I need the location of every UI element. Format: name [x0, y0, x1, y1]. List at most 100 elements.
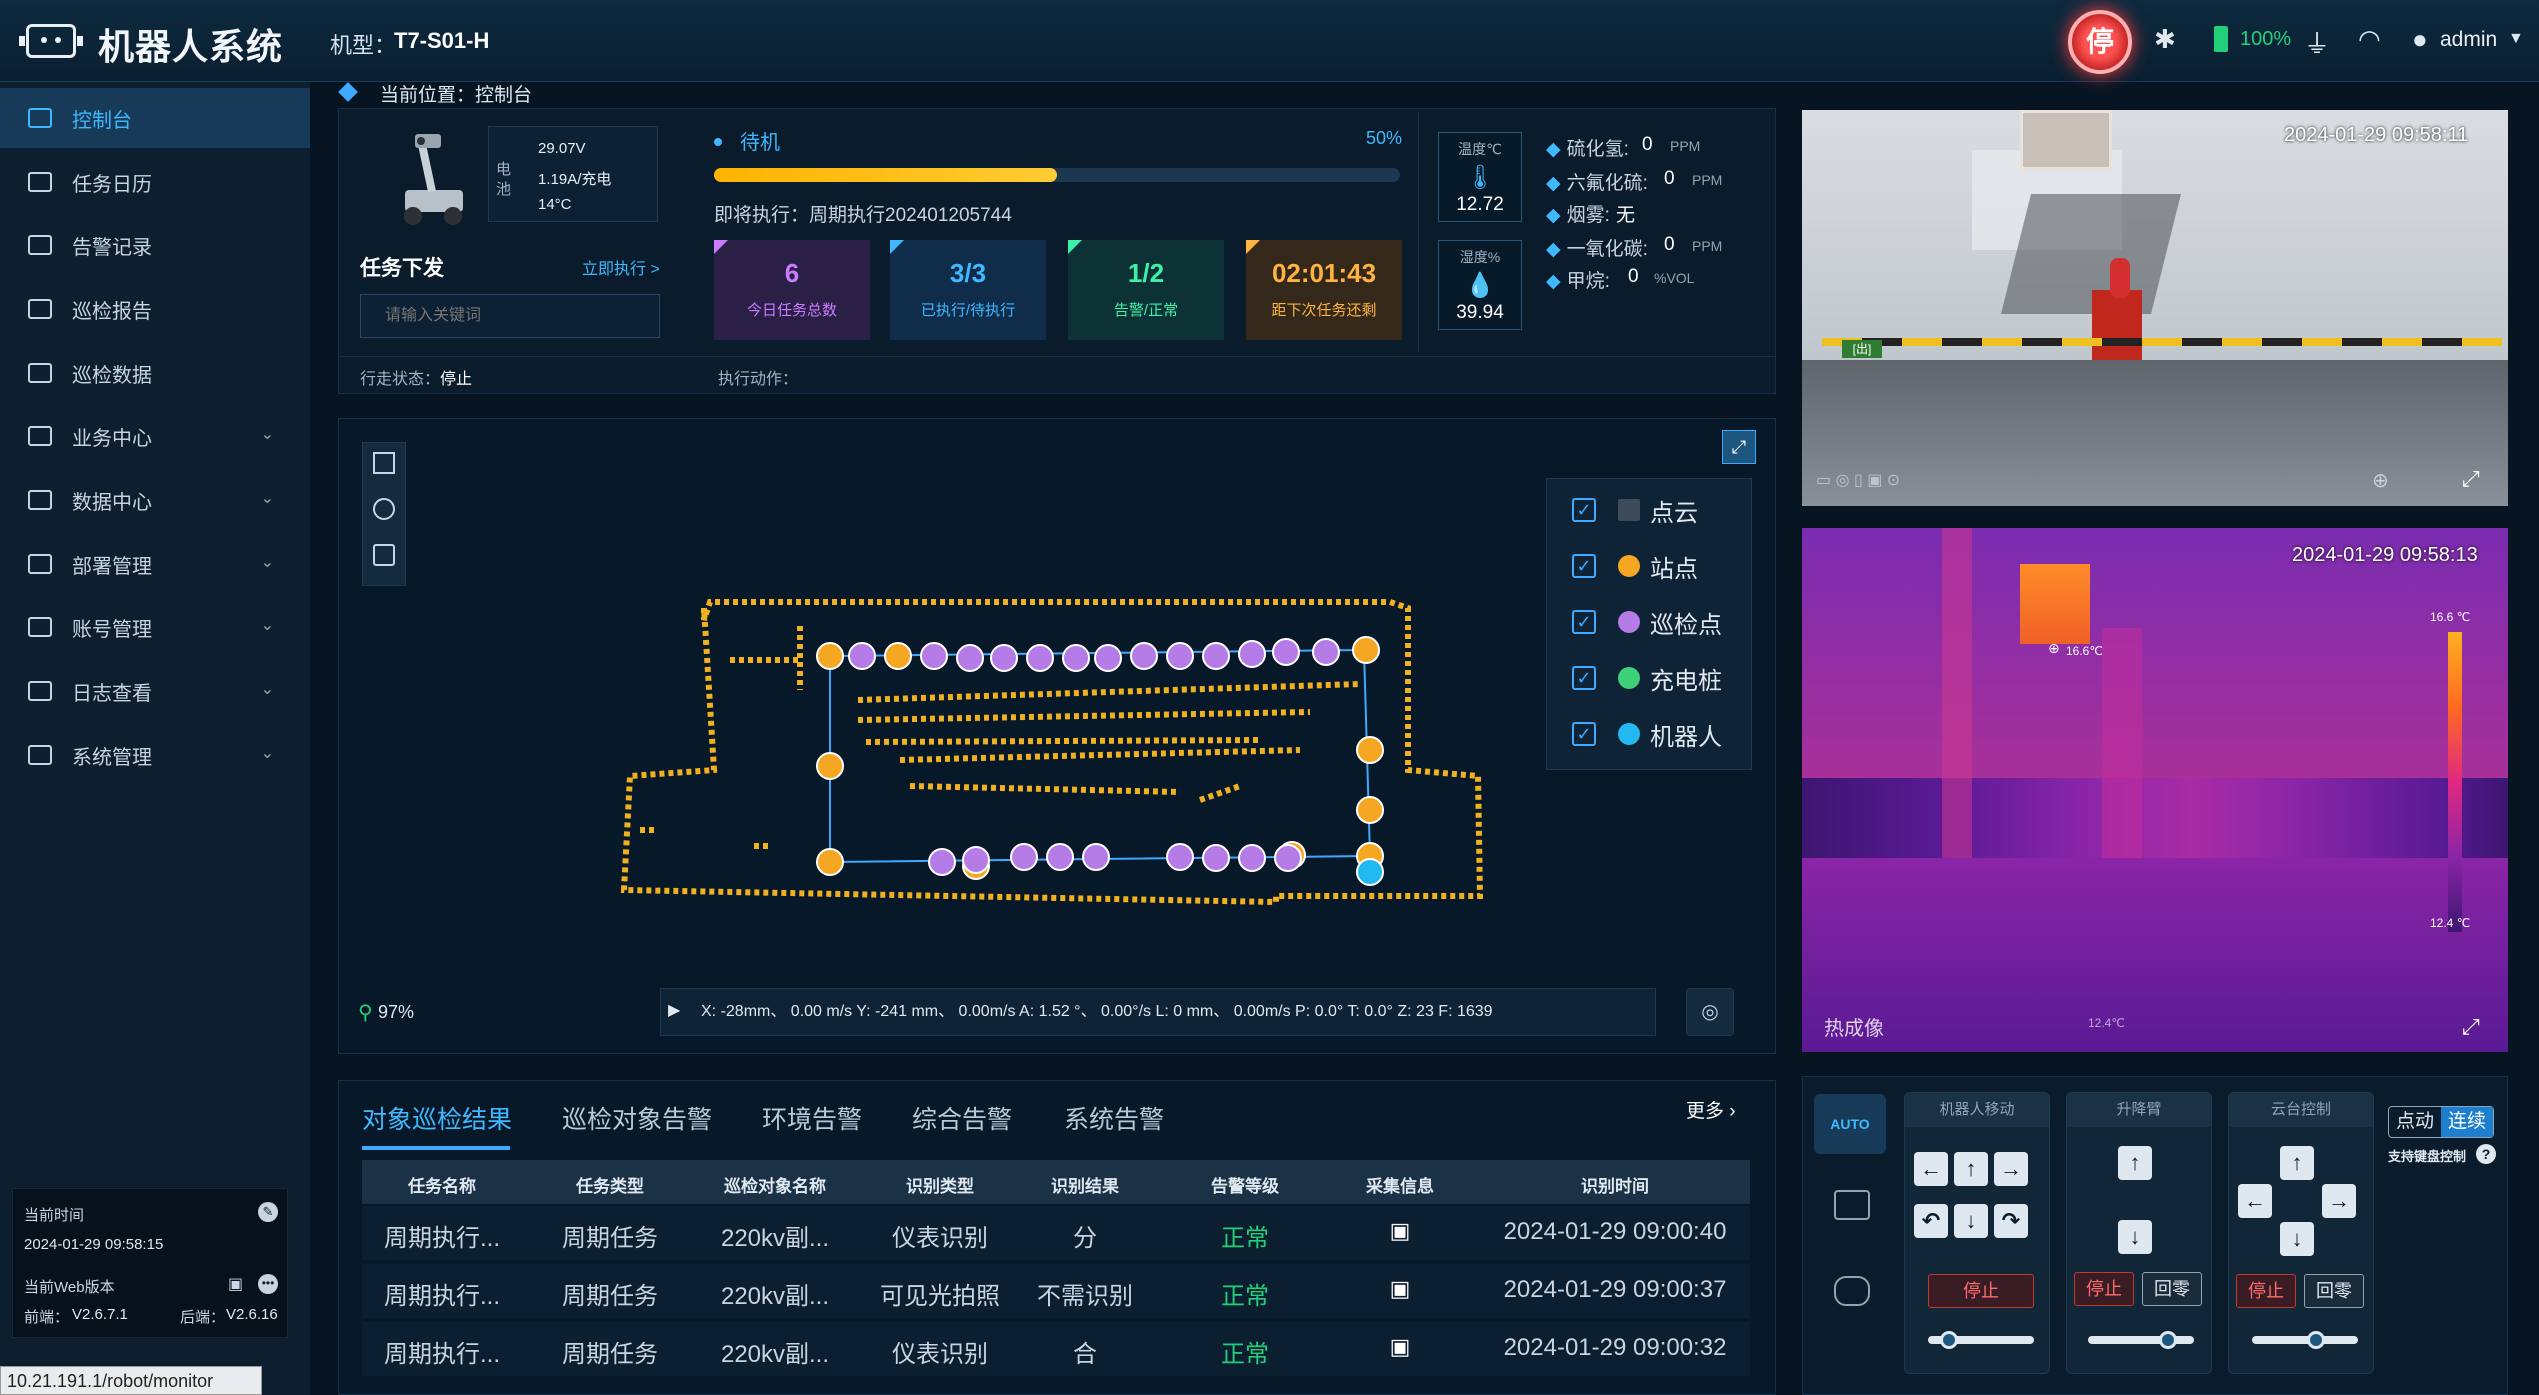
help-icon[interactable]: ?	[2476, 1144, 2496, 1164]
edit-icon[interactable]: ✎	[258, 1202, 278, 1222]
sidebar-item-data[interactable]: 巡检数据	[0, 343, 310, 403]
station-point[interactable]	[816, 848, 844, 876]
bug-icon[interactable]: ✱	[2154, 24, 2176, 55]
sidebar-item-logs[interactable]: 日志查看 ⌄	[0, 661, 310, 721]
station-point[interactable]	[884, 642, 912, 670]
patrol-point[interactable]	[956, 644, 984, 672]
sidebar-item-deploy[interactable]: 部署管理 ⌄	[0, 534, 310, 594]
station-point[interactable]	[1356, 796, 1384, 824]
zoom-in-icon[interactable]: ⊕	[2372, 468, 2389, 493]
slider-knob[interactable]	[2158, 1331, 2177, 1349]
sidebar-item-datacenter[interactable]: 数据中心 ⌄	[0, 470, 310, 530]
patrol-point[interactable]	[990, 644, 1018, 672]
rotate-right-icon[interactable]: ↷	[1994, 1204, 2028, 1238]
sidebar-item-calendar[interactable]: 任务日历	[0, 152, 310, 212]
sidebar-item-accounts[interactable]: 账号管理 ⌄	[0, 597, 310, 657]
play-icon[interactable]: ▶	[668, 1000, 680, 1020]
patrol-point[interactable]	[1082, 843, 1110, 871]
sidebar-item-dashboard[interactable]: 控制台	[0, 88, 310, 148]
patrol-point[interactable]	[1094, 644, 1122, 672]
patrol-point[interactable]	[1130, 642, 1158, 670]
move-stop-button[interactable]: 停止	[1928, 1274, 2034, 1308]
auto-mode-button[interactable]: AUTO	[1814, 1094, 1886, 1154]
lift-stop-button[interactable]: 停止	[2074, 1272, 2134, 1306]
tab-object-alarms[interactable]: 巡检对象告警	[562, 1100, 712, 1136]
ptz-right-icon[interactable]: →	[2322, 1184, 2356, 1218]
image-icon[interactable]: ▣	[1330, 1218, 1470, 1244]
patrol-point[interactable]	[1046, 843, 1074, 871]
image-icon[interactable]: ▣	[1330, 1276, 1470, 1302]
rotate-left-icon[interactable]: ↶	[1914, 1204, 1948, 1238]
execute-now-link[interactable]: 立即执行 >	[582, 255, 660, 279]
fullscreen-icon[interactable]: ⤢	[2462, 1014, 2480, 1040]
layer-pointcloud[interactable]: ✓ 点云	[1572, 490, 1698, 530]
arrow-left-icon[interactable]: ←	[1914, 1152, 1948, 1186]
lift-zero-button[interactable]: 回零	[2142, 1272, 2202, 1306]
user-name[interactable]: admin	[2440, 28, 2497, 52]
patrol-point[interactable]	[1166, 843, 1194, 871]
target-icon[interactable]	[373, 498, 395, 520]
ptz-zero-button[interactable]: 回零	[2304, 1274, 2364, 1308]
jog-mode-toggle[interactable]: 点动 连续	[2388, 1106, 2494, 1138]
patrol-point[interactable]	[1202, 642, 1230, 670]
checkbox-icon[interactable]: ✓	[1572, 722, 1596, 746]
more-icon[interactable]: •••	[258, 1274, 278, 1294]
sidebar-item-reports[interactable]: 巡检报告	[0, 279, 310, 339]
patrol-point[interactable]	[1274, 844, 1302, 872]
emergency-stop-button[interactable]: 停	[2068, 10, 2132, 74]
more-link[interactable]: 更多 ›	[1686, 1096, 1736, 1123]
arrow-up-icon[interactable]: ↑	[1954, 1152, 1988, 1186]
robot-marker[interactable]	[1356, 858, 1384, 886]
arrow-down-icon[interactable]: ↓	[1954, 1204, 1988, 1238]
ptz-down-icon[interactable]: ↓	[2280, 1222, 2314, 1256]
layer-station[interactable]: ✓ 站点	[1572, 546, 1698, 586]
patrol-point[interactable]	[1202, 844, 1230, 872]
layer-robot[interactable]: ✓ 机器人	[1572, 714, 1722, 754]
save-map-icon[interactable]	[373, 544, 395, 566]
patrol-point[interactable]	[1312, 638, 1340, 666]
mode-jog[interactable]: 点动	[2389, 1107, 2441, 1137]
sidebar-item-system[interactable]: 系统管理 ⌄	[0, 725, 310, 785]
tab-system-alarms[interactable]: 系统告警	[1064, 1100, 1164, 1136]
sidebar-item-business[interactable]: 业务中心 ⌄	[0, 406, 310, 466]
monitor-icon[interactable]	[1834, 1190, 1870, 1220]
patrol-point[interactable]	[928, 848, 956, 876]
patrol-point[interactable]	[848, 642, 876, 670]
camera-toolbar[interactable]: ▭ ◎ ▯ ▣ ⊙	[1816, 470, 2116, 490]
ptz-stop-button[interactable]: 停止	[2236, 1274, 2296, 1308]
mode-continuous[interactable]: 连续	[2441, 1107, 2493, 1137]
lift-speed-slider[interactable]	[2088, 1336, 2194, 1344]
visible-camera-feed[interactable]: [出] 2024-01-29 09:58:11 ▭ ◎ ▯ ▣ ⊙ ⊕ ⤢	[1802, 110, 2508, 506]
checkbox-icon[interactable]: ✓	[1572, 610, 1596, 634]
layer-charger[interactable]: ✓ 充电桩	[1572, 658, 1722, 698]
image-icon[interactable]: ▣	[1330, 1334, 1470, 1360]
checkbox-icon[interactable]: ✓	[1572, 666, 1596, 690]
checkbox-icon[interactable]: ✓	[1572, 554, 1596, 578]
keyword-search-input[interactable]	[360, 294, 660, 338]
gamepad-icon[interactable]	[1834, 1276, 1870, 1306]
chevron-down-icon[interactable]: ▼	[2508, 30, 2524, 48]
patrol-point[interactable]	[962, 846, 990, 874]
tab-env-alarms[interactable]: 环境告警	[762, 1100, 862, 1136]
sidebar-item-alarms[interactable]: 告警记录	[0, 215, 310, 275]
user-icon[interactable]: ●	[2412, 24, 2428, 55]
tab-general-alarms[interactable]: 综合告警	[912, 1100, 1012, 1136]
patrol-point[interactable]	[1238, 844, 1266, 872]
patrol-point[interactable]	[1010, 843, 1038, 871]
ptz-up-icon[interactable]: ↑	[2280, 1146, 2314, 1180]
layer-patrol-point[interactable]: ✓ 巡检点	[1572, 602, 1722, 642]
tab-object-results[interactable]: 对象巡检结果	[362, 1100, 512, 1136]
patrol-point[interactable]	[1272, 638, 1300, 666]
patrol-point[interactable]	[920, 642, 948, 670]
robot-map[interactable]	[600, 580, 1500, 920]
fullscreen-icon[interactable]: ⤢	[2462, 466, 2480, 492]
station-point[interactable]	[1352, 636, 1380, 664]
checkbox-icon[interactable]: ✓	[1572, 498, 1596, 522]
station-point[interactable]	[816, 752, 844, 780]
patrol-point[interactable]	[1026, 644, 1054, 672]
station-point[interactable]	[816, 642, 844, 670]
recenter-icon[interactable]: ◎	[1686, 988, 1734, 1036]
slider-knob[interactable]	[2306, 1331, 2325, 1349]
patrol-point[interactable]	[1166, 642, 1194, 670]
patrol-point[interactable]	[1238, 640, 1266, 668]
